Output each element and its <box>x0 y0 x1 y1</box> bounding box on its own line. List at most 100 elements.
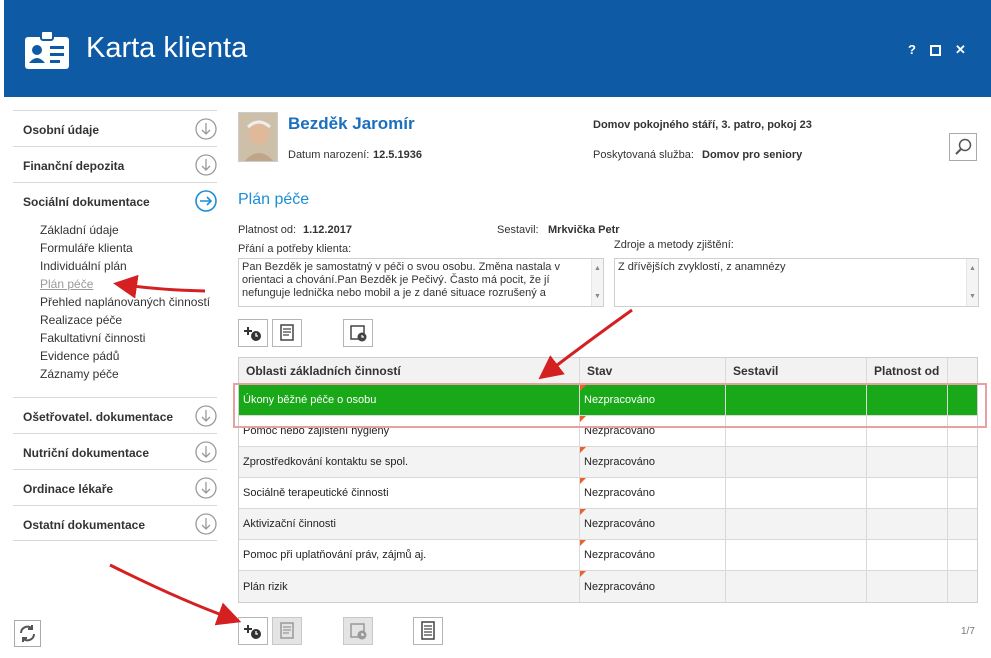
area-cell: Úkony běžné péče o osobu <box>239 385 580 415</box>
refresh-icon <box>20 625 35 642</box>
client-name: Bezděk Jaromír <box>288 114 415 133</box>
status-text: Nezpracováno <box>584 518 655 530</box>
nav-label: Ošetřovatel. dokumentace <box>23 410 174 424</box>
subnav-evidence-padu[interactable]: Evidence pádů <box>40 349 119 363</box>
status-text: Nezpracováno <box>584 394 655 406</box>
sources-scrollbar[interactable]: ▲ ▼ <box>966 259 978 306</box>
scroll-up-icon: ▲ <box>969 265 976 272</box>
valid-from-cell <box>867 540 948 570</box>
spacer-cell <box>948 385 978 415</box>
help-button[interactable]: ? <box>908 42 916 57</box>
subnav-zaznamy-pece[interactable]: Záznamy péče <box>40 367 119 381</box>
status-text: Nezpracováno <box>584 487 655 499</box>
status-cell: Nezpracováno <box>580 509 726 539</box>
table-row[interactable]: Pomoc nebo zajištění hygieny Nezpracován… <box>239 416 977 447</box>
valid-from-label: Platnost od: <box>238 224 297 236</box>
valid-from-value: 1.12.2017 <box>303 224 352 236</box>
nav-ostatni-dokumentace[interactable]: Ostatní dokumentace <box>13 505 217 541</box>
status-cell: Nezpracováno <box>580 571 726 602</box>
status-text: Nezpracováno <box>584 456 655 468</box>
maximize-icon <box>930 45 941 56</box>
column-header[interactable]: Stav <box>580 358 726 384</box>
birth-date-label: Datum narození: <box>288 149 370 161</box>
valid-from-cell <box>867 385 948 415</box>
close-button[interactable]: ✕ <box>955 42 966 58</box>
nav-osobni-udaje[interactable]: Osobní údaje <box>13 110 217 146</box>
birth-date-value: 12.5.1936 <box>373 149 422 161</box>
nav-osetrovatel-dokumentace[interactable]: Ošetřovatel. dokumentace <box>13 397 217 433</box>
subnav-realizace-pece[interactable]: Realizace péče <box>40 313 122 327</box>
valid-from-cell <box>867 571 948 602</box>
edit-activity-button[interactable] <box>272 617 302 645</box>
subnav-formulare-klienta[interactable]: Formuláře klienta <box>40 241 133 255</box>
print-button[interactable] <box>413 617 443 645</box>
area-cell: Plán rizik <box>239 571 580 602</box>
search-button[interactable] <box>949 133 977 161</box>
nav-socialni-dokumentace[interactable]: Sociální dokumentace <box>13 182 217 218</box>
subnav-zakladni-udaje[interactable]: Základní údaje <box>40 223 119 237</box>
sources-textarea[interactable]: Z dřívějších zvyklostí, z anamnézy ▲ ▼ <box>614 258 979 307</box>
nav-financni-depozita[interactable]: Finanční depozita <box>13 146 217 182</box>
maximize-button[interactable] <box>930 44 941 59</box>
status-text: Nezpracováno <box>584 549 655 561</box>
nav-label: Ostatní dokumentace <box>23 518 146 532</box>
area-cell: Pomoc nebo zajištění hygieny <box>239 416 580 446</box>
status-flag-icon <box>580 385 586 391</box>
area-cell: Sociálně terapeutické činnosti <box>239 478 580 508</box>
valid-from-cell <box>867 478 948 508</box>
edit-plan-button[interactable] <box>272 319 302 347</box>
status-flag-icon <box>580 447 586 453</box>
status-flag-icon <box>580 478 586 484</box>
subnav-individualni-plan[interactable]: Individuální plán <box>40 259 127 273</box>
spacer-cell <box>948 571 978 602</box>
refresh-button[interactable] <box>14 620 41 647</box>
status-cell: Nezpracováno <box>580 478 726 508</box>
chevron-down-circle-icon <box>195 441 217 463</box>
table-row[interactable]: Aktivizační činnosti Nezpracováno <box>239 509 977 540</box>
service-value: Domov pro seniory <box>702 149 803 161</box>
wishes-textarea[interactable]: Pan Bezděk je samostatný v péči o svou o… <box>238 258 604 307</box>
nav-nutricni-dokumentace[interactable]: Nutriční dokumentace <box>13 433 217 469</box>
area-cell: Zprostředkování kontaktu se spol. <box>239 447 580 477</box>
author-cell <box>726 540 867 570</box>
calendar-clock-icon <box>350 623 367 640</box>
column-header[interactable]: Sestavil <box>726 358 867 384</box>
author-cell <box>726 509 867 539</box>
document-edit-icon <box>280 622 294 639</box>
subnav-fakultativni-cinnosti[interactable]: Fakultativní činnosti <box>40 331 145 345</box>
spacer-cell <box>948 540 978 570</box>
client-card-icon <box>25 30 69 69</box>
add-clock-icon <box>244 327 261 341</box>
subnav-plan-pece[interactable]: Plán péče <box>40 277 93 291</box>
chevron-down-circle-icon <box>195 513 217 535</box>
area-cell: Pomoc při uplatňování práv, zájmů aj. <box>239 540 580 570</box>
author-cell <box>726 447 867 477</box>
column-header[interactable]: Platnost od <box>867 358 948 384</box>
spacer-cell <box>948 416 978 446</box>
section-title: Plán péče <box>238 191 310 208</box>
author-cell <box>726 385 867 415</box>
valid-from-cell <box>867 416 948 446</box>
sidebar: Osobní údaje Finanční depozita Sociální … <box>4 97 226 658</box>
plan-history-button[interactable] <box>343 319 373 347</box>
wishes-scrollbar[interactable]: ▲ ▼ <box>591 259 603 306</box>
chevron-down-circle-icon <box>195 154 217 176</box>
arrow-right-circle-icon <box>195 190 217 212</box>
table-row[interactable]: Pomoc při uplatňování práv, zájmů aj. Ne… <box>239 540 977 571</box>
add-activity-button[interactable] <box>238 617 268 645</box>
subnav-prehled-naplanovanych-cinnosti[interactable]: Přehled naplánovaných činností <box>40 295 210 309</box>
table-row[interactable]: Zprostředkování kontaktu se spol. Nezpra… <box>239 447 977 478</box>
activity-history-button[interactable] <box>343 617 373 645</box>
table-row[interactable]: Plán rizik Nezpracováno <box>239 571 977 602</box>
add-plan-button[interactable] <box>238 319 268 347</box>
nav-ordinace-lekare[interactable]: Ordinace lékaře <box>13 469 217 505</box>
wishes-label: Přání a potřeby klienta: <box>238 243 352 255</box>
column-header[interactable]: Oblasti základních činností <box>239 358 580 384</box>
document-edit-icon <box>280 324 294 341</box>
author-cell <box>726 478 867 508</box>
area-cell: Aktivizační činnosti <box>239 509 580 539</box>
calendar-clock-icon <box>350 325 367 342</box>
table-row[interactable]: Úkony běžné péče o osobu Nezpracováno <box>239 385 977 416</box>
table-row[interactable]: Sociálně terapeutické činnosti Nezpracov… <box>239 478 977 509</box>
spacer-cell <box>948 509 978 539</box>
